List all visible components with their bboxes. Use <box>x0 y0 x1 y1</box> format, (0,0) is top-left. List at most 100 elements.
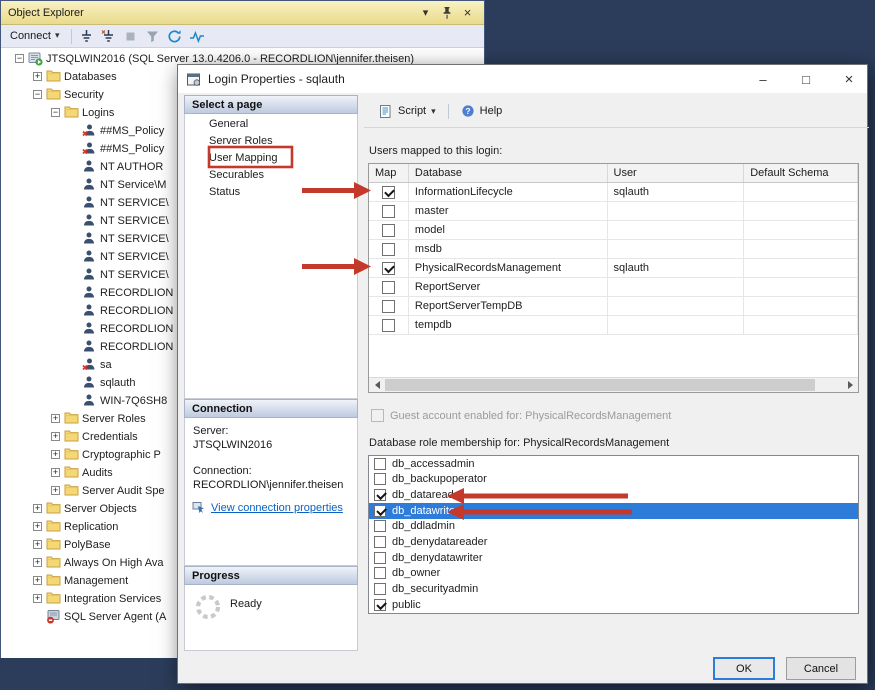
default-schema-cell <box>744 202 858 221</box>
scrollbar-thumb[interactable] <box>385 379 815 391</box>
tree-item-label: NT SERVICE\ <box>100 233 169 245</box>
expand-icon[interactable]: + <box>33 522 42 531</box>
role-checkbox[interactable] <box>374 599 386 611</box>
scroll-left-button[interactable] <box>369 378 384 392</box>
role-checkbox[interactable] <box>374 552 386 564</box>
select-a-page-header: Select a page <box>184 95 358 114</box>
map-checkbox[interactable] <box>382 300 395 313</box>
role-item-label: db_accessadmin <box>392 458 475 470</box>
role-membership-label: Database role membership for: PhysicalRe… <box>369 437 669 449</box>
map-checkbox[interactable] <box>382 186 395 199</box>
expand-icon[interactable]: + <box>33 504 42 513</box>
role-checkbox[interactable] <box>374 520 386 532</box>
disconnect-icon[interactable] <box>77 27 97 46</box>
role-item-db-datawriter[interactable]: db_datawriter <box>369 503 858 519</box>
collapse-icon[interactable]: − <box>15 54 24 63</box>
login-icon <box>82 267 97 282</box>
role-checkbox[interactable] <box>374 458 386 470</box>
role-item-public[interactable]: public <box>369 597 858 613</box>
user-cell <box>608 240 745 259</box>
map-cell <box>369 221 409 240</box>
role-checkbox[interactable] <box>374 505 386 517</box>
database-row-tempdb[interactable]: tempdb <box>369 316 858 335</box>
cancel-button[interactable]: Cancel <box>786 657 856 680</box>
scroll-right-button[interactable] <box>843 378 858 392</box>
expand-icon[interactable]: + <box>33 576 42 585</box>
close-icon[interactable]: × <box>458 4 477 22</box>
role-item-label: db_denydatareader <box>392 536 487 548</box>
horizontal-scrollbar[interactable] <box>369 377 858 392</box>
map-checkbox[interactable] <box>382 224 395 237</box>
view-connection-properties-link[interactable]: View connection properties <box>211 502 343 514</box>
column-header-map: Map <box>369 164 409 182</box>
page-item-general[interactable]: General <box>185 116 357 133</box>
page-item-server-roles[interactable]: Server Roles <box>185 133 357 150</box>
role-item-label: db_ddladmin <box>392 520 455 532</box>
close-button[interactable]: × <box>831 66 867 93</box>
expand-icon[interactable]: + <box>51 450 60 459</box>
page-item-status[interactable]: Status <box>185 184 357 201</box>
database-row-model[interactable]: model <box>369 221 858 240</box>
expand-icon[interactable]: + <box>33 558 42 567</box>
map-cell <box>369 240 409 259</box>
database-row-physicalrecordsmanagement[interactable]: PhysicalRecordsManagementsqlauth <box>369 259 858 278</box>
stop-icon[interactable] <box>121 27 141 46</box>
role-item-db-securityadmin[interactable]: db_securityadmin <box>369 582 858 598</box>
map-checkbox[interactable] <box>382 281 395 294</box>
connection-panel: Server: JTSQLWIN2016 Connection: RECORDL… <box>184 418 358 566</box>
tree-item-label: NT SERVICE\ <box>100 215 169 227</box>
role-checkbox[interactable] <box>374 536 386 548</box>
map-checkbox[interactable] <box>382 319 395 332</box>
refresh-icon[interactable] <box>165 27 185 46</box>
login-icon <box>82 339 97 354</box>
expand-icon[interactable]: + <box>33 540 42 549</box>
tree-item-label: WIN-7Q6SH8 <box>100 395 167 407</box>
expand-icon[interactable]: + <box>33 72 42 81</box>
expand-icon[interactable]: + <box>33 594 42 603</box>
role-item-db-owner[interactable]: db_owner <box>369 566 858 582</box>
role-item-db-backupoperator[interactable]: db_backupoperator <box>369 472 858 488</box>
map-checkbox[interactable] <box>382 205 395 218</box>
tree-item-label: RECORDLION <box>100 287 173 299</box>
maximize-button[interactable]: □ <box>788 66 824 93</box>
tree-item-label: Server Roles <box>82 413 146 425</box>
role-checkbox[interactable] <box>374 567 386 579</box>
expand-icon[interactable]: + <box>51 414 60 423</box>
role-item-db-datareader[interactable]: db_datareader <box>369 487 858 503</box>
map-checkbox[interactable] <box>382 262 395 275</box>
filter-icon[interactable] <box>143 27 163 46</box>
disconnect-all-icon[interactable] <box>99 27 119 46</box>
dialog-titlebar[interactable]: Login Properties - sqlauth – □ × <box>178 65 867 93</box>
pin-icon[interactable] <box>437 4 456 22</box>
role-item-db-ddladmin[interactable]: db_ddladmin <box>369 519 858 535</box>
database-row-master[interactable]: master <box>369 202 858 221</box>
role-checkbox[interactable] <box>374 473 386 485</box>
map-checkbox[interactable] <box>382 243 395 256</box>
page-item-securables[interactable]: Securables <box>185 167 357 184</box>
role-item-db-accessadmin[interactable]: db_accessadmin <box>369 456 858 472</box>
database-row-msdb[interactable]: msdb <box>369 240 858 259</box>
expand-icon[interactable]: + <box>51 468 60 477</box>
script-button[interactable]: Script ▾ <box>374 101 440 122</box>
help-button[interactable]: ? Help <box>457 101 507 121</box>
role-checkbox[interactable] <box>374 489 386 501</box>
collapse-icon[interactable]: − <box>33 90 42 99</box>
role-item-db-denydatawriter[interactable]: db_denydatawriter <box>369 550 858 566</box>
role-item-db-denydatareader[interactable]: db_denydatareader <box>369 535 858 551</box>
progress-status: Ready <box>230 598 262 610</box>
tree-item-label: Always On High Ava <box>64 557 163 569</box>
page-item-user-mapping[interactable]: User Mapping <box>185 150 357 167</box>
role-checkbox[interactable] <box>374 583 386 595</box>
minimize-button[interactable]: – <box>745 66 781 93</box>
activity-monitor-icon[interactable] <box>187 27 207 46</box>
collapse-icon[interactable]: − <box>51 108 60 117</box>
tree-item-label: Cryptographic P <box>82 449 161 461</box>
expand-icon[interactable]: + <box>51 486 60 495</box>
expand-icon[interactable]: + <box>51 432 60 441</box>
connect-button[interactable]: Connect ▾ <box>6 28 66 45</box>
database-row-informationlifecycle[interactable]: InformationLifecyclesqlauth <box>369 183 858 202</box>
database-row-reportserver[interactable]: ReportServer <box>369 278 858 297</box>
window-position-icon[interactable]: ▾ <box>416 4 435 22</box>
database-row-reportservertempdb[interactable]: ReportServerTempDB <box>369 297 858 316</box>
ok-button[interactable]: OK <box>713 657 775 680</box>
